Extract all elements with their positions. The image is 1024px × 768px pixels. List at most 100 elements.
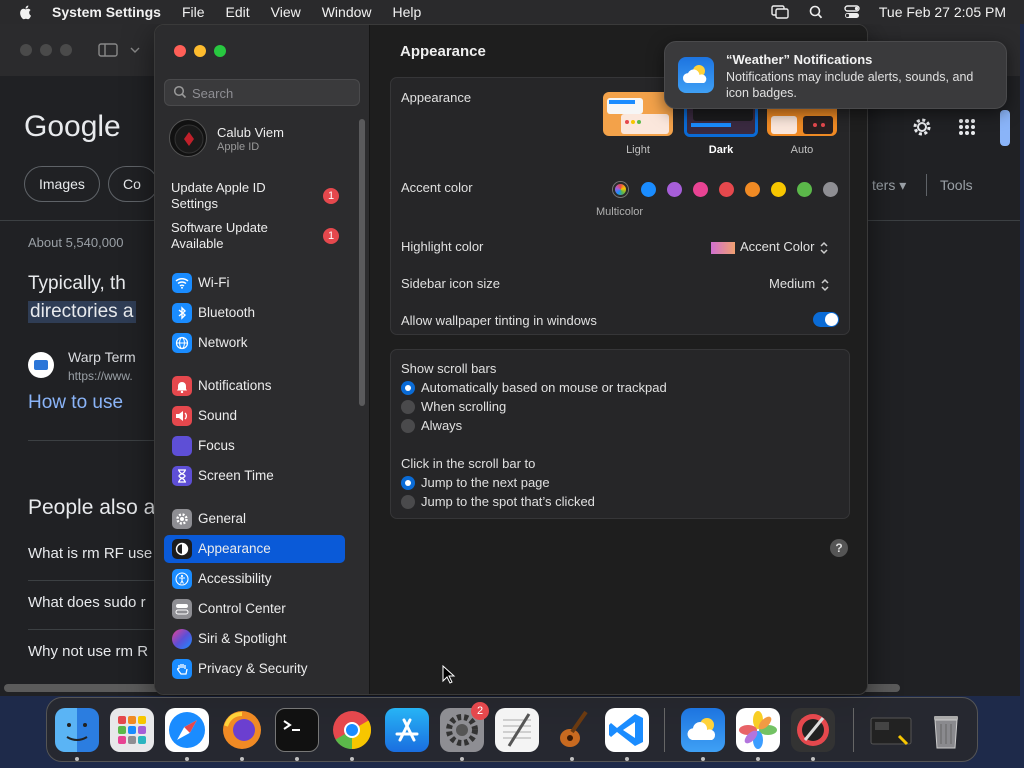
zoom-button[interactable] bbox=[214, 45, 226, 57]
sidebar-item-focus[interactable]: Focus bbox=[164, 432, 345, 460]
highlight-color-popup[interactable]: Accent Color bbox=[711, 239, 830, 255]
radio-automatic[interactable] bbox=[401, 381, 415, 395]
accent-swatch[interactable] bbox=[823, 182, 838, 197]
accent-swatch[interactable] bbox=[667, 182, 682, 197]
minimize-button[interactable] bbox=[194, 45, 206, 57]
browser-close-button[interactable] bbox=[20, 44, 32, 56]
sidebar-item-appearance[interactable]: Appearance bbox=[164, 535, 345, 563]
settings-gear-icon[interactable] bbox=[910, 115, 934, 139]
accent-swatch[interactable] bbox=[745, 182, 760, 197]
menu-view[interactable]: View bbox=[271, 4, 301, 20]
site-url[interactable]: https://www. bbox=[68, 369, 133, 383]
hand-icon bbox=[172, 659, 192, 679]
firefox-icon[interactable] bbox=[220, 708, 264, 752]
wallpaper-tinting-toggle[interactable] bbox=[813, 312, 839, 327]
apple-menu-icon[interactable] bbox=[18, 4, 34, 20]
notification-body: Notifications may include alerts, sounds… bbox=[726, 70, 974, 100]
sidebar-item-notifications[interactable]: Notifications bbox=[164, 372, 345, 400]
screen-mirroring-icon[interactable] bbox=[771, 5, 789, 19]
instruments-icon[interactable] bbox=[791, 708, 835, 752]
site-name[interactable]: Warp Term bbox=[68, 349, 136, 365]
stepper-arrows-icon bbox=[820, 241, 828, 254]
question-2[interactable]: What does sudo r bbox=[28, 594, 146, 611]
photos-icon[interactable] bbox=[736, 708, 780, 752]
browser-zoom-button[interactable] bbox=[60, 44, 72, 56]
apps-grid-icon[interactable] bbox=[958, 118, 976, 136]
vscode-icon[interactable] bbox=[605, 708, 649, 752]
trash-icon[interactable] bbox=[924, 708, 968, 752]
sidebar-item-wifi[interactable]: Wi-Fi bbox=[164, 269, 345, 297]
tools-button[interactable]: Tools bbox=[940, 177, 973, 193]
sidebar-item-siri-spotlight[interactable]: Siri & Spotlight bbox=[164, 625, 345, 653]
sidebar-icon-size-popup[interactable]: Medium bbox=[769, 276, 831, 292]
filters-button[interactable]: ters ▾ bbox=[872, 177, 906, 194]
accent-swatch[interactable] bbox=[797, 182, 812, 197]
question-1[interactable]: What is rm RF use bbox=[28, 545, 152, 562]
sidebar-item-general[interactable]: General bbox=[164, 505, 345, 533]
sidebar-item-control-center[interactable]: Control Center bbox=[164, 595, 345, 623]
radio-next-page[interactable] bbox=[401, 476, 415, 490]
sidebar-item-label: Appearance bbox=[198, 541, 271, 556]
software-update-available[interactable]: Software Update Available 1 bbox=[171, 220, 351, 252]
search-input[interactable] bbox=[192, 83, 352, 103]
sidebar-item-label: Network bbox=[198, 335, 248, 350]
accent-swatch[interactable] bbox=[641, 182, 656, 197]
chevron-down-icon[interactable] bbox=[130, 46, 140, 54]
radio-when-scrolling[interactable] bbox=[401, 400, 415, 414]
close-button[interactable] bbox=[174, 45, 186, 57]
menu-clock[interactable]: Tue Feb 27 2:05 PM bbox=[879, 4, 1006, 20]
light-mode-label: Light bbox=[626, 144, 650, 156]
minimized-window-icon[interactable] bbox=[869, 708, 913, 752]
result-link[interactable]: How to use bbox=[28, 392, 123, 414]
radio-always[interactable] bbox=[401, 419, 415, 433]
sidebar-item-accessibility[interactable]: Accessibility bbox=[164, 565, 345, 593]
terminal-icon[interactable] bbox=[275, 708, 319, 752]
radio-spot-clicked[interactable] bbox=[401, 495, 415, 509]
sidebar-item-label: Control Center bbox=[198, 601, 286, 616]
settings-sidebar: Calub Viem Apple ID Update Apple ID Sett… bbox=[155, 25, 370, 694]
menu-edit[interactable]: Edit bbox=[226, 4, 250, 20]
light-mode-option[interactable] bbox=[603, 92, 673, 136]
radio-automatic-label: Automatically based on mouse or trackpad bbox=[421, 380, 667, 395]
menu-help[interactable]: Help bbox=[393, 4, 422, 20]
sidebar-scrollbar[interactable] bbox=[359, 119, 365, 406]
accent-swatch[interactable] bbox=[693, 182, 708, 197]
second-chip[interactable]: Co bbox=[108, 166, 158, 202]
avatar bbox=[169, 119, 207, 157]
safari-icon[interactable] bbox=[165, 708, 209, 752]
show-scroll-bars-label: Show scroll bars bbox=[401, 361, 497, 376]
garageband-icon[interactable] bbox=[550, 708, 594, 752]
menu-window[interactable]: Window bbox=[322, 4, 372, 20]
menu-app-name[interactable]: System Settings bbox=[52, 4, 161, 20]
launchpad-icon[interactable] bbox=[110, 708, 154, 752]
sidebar-item-network[interactable]: Network bbox=[164, 329, 345, 357]
menu-file[interactable]: File bbox=[182, 4, 205, 20]
sidebar-toggle-icon[interactable] bbox=[98, 43, 118, 57]
mouse-cursor-icon bbox=[442, 665, 456, 684]
spotlight-search-icon[interactable] bbox=[807, 5, 825, 19]
sidebar-item-bluetooth[interactable]: Bluetooth bbox=[164, 299, 345, 327]
google-logo[interactable]: Google bbox=[24, 110, 121, 144]
images-chip[interactable]: Images bbox=[24, 166, 100, 202]
accent-swatch[interactable] bbox=[719, 182, 734, 197]
weather-app-icon[interactable] bbox=[681, 708, 725, 752]
browser-minimize-button[interactable] bbox=[40, 44, 52, 56]
apple-id-profile[interactable]: Calub Viem Apple ID bbox=[169, 119, 349, 159]
sidebar-item-screen-time[interactable]: Screen Time bbox=[164, 462, 345, 490]
update-apple-id-settings[interactable]: Update Apple ID Settings 1 bbox=[171, 180, 351, 212]
accent-multicolor[interactable] bbox=[613, 182, 628, 197]
weather-notification[interactable]: “Weather” Notifications Notifications ma… bbox=[664, 41, 1007, 109]
app-store-icon[interactable] bbox=[385, 708, 429, 752]
account-button[interactable] bbox=[1000, 110, 1010, 146]
sidebar-search[interactable] bbox=[164, 79, 360, 106]
sidebar-item-privacy-security[interactable]: Privacy & Security bbox=[164, 655, 345, 683]
sidebar-item-sound[interactable]: Sound bbox=[164, 402, 345, 430]
accent-swatch[interactable] bbox=[771, 182, 786, 197]
help-button[interactable]: ? bbox=[830, 539, 848, 557]
sidebar-item-label: Sound bbox=[198, 408, 238, 423]
control-center-icon[interactable] bbox=[843, 5, 861, 19]
textedit-icon[interactable] bbox=[495, 708, 539, 752]
finder-icon[interactable] bbox=[55, 708, 99, 752]
chrome-icon[interactable] bbox=[330, 708, 374, 752]
question-3[interactable]: Why not use rm R bbox=[28, 643, 148, 660]
